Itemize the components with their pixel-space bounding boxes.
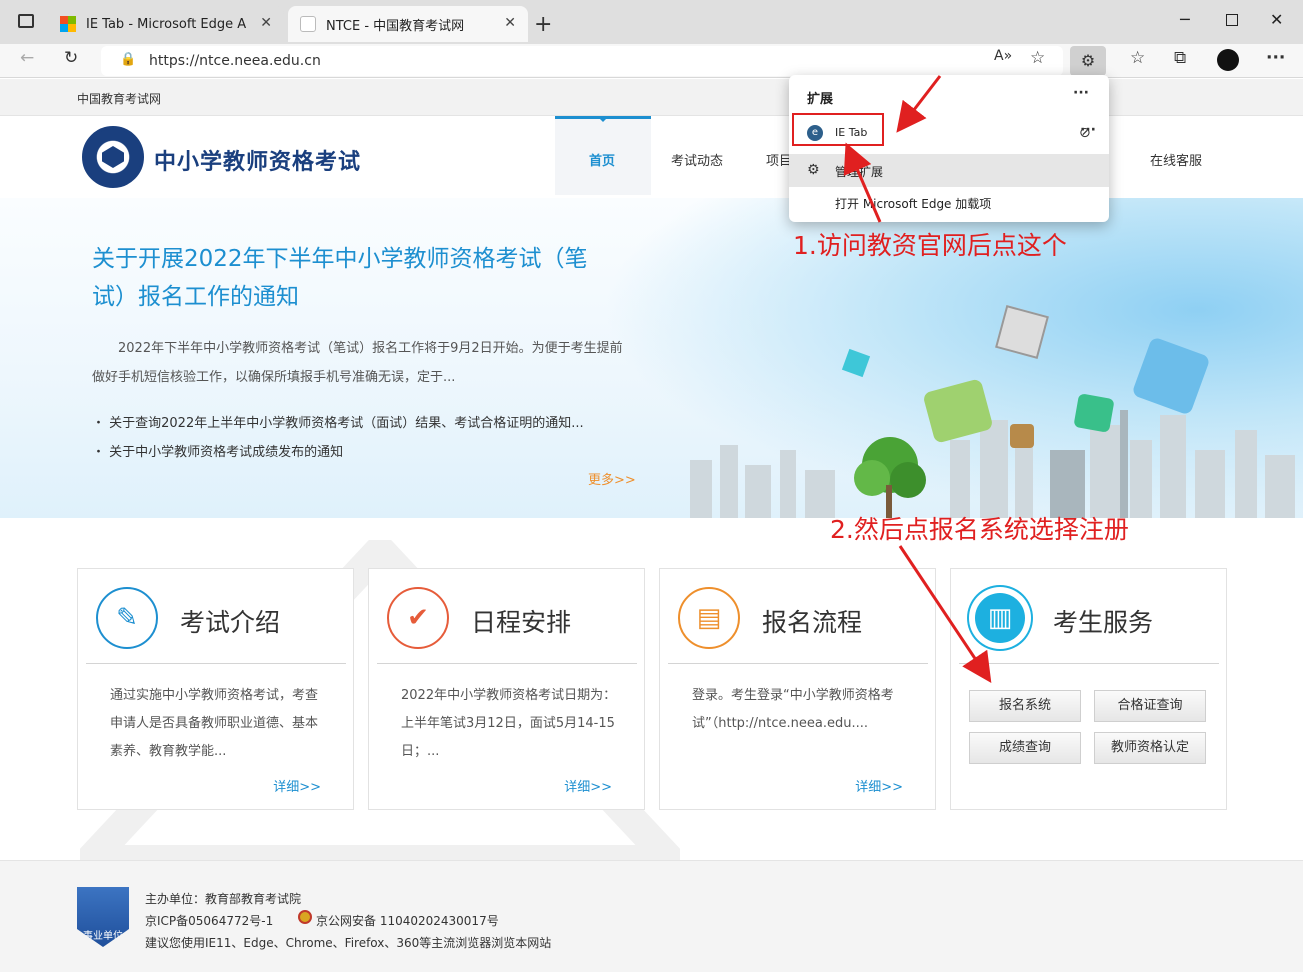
- annotation-step-1: 1.访问教资官网后点这个: [793, 231, 1067, 260]
- annotation-arrows: [843, 75, 992, 683]
- annotation-step-2: 2.然后点报名系统选择注册: [830, 515, 1129, 544]
